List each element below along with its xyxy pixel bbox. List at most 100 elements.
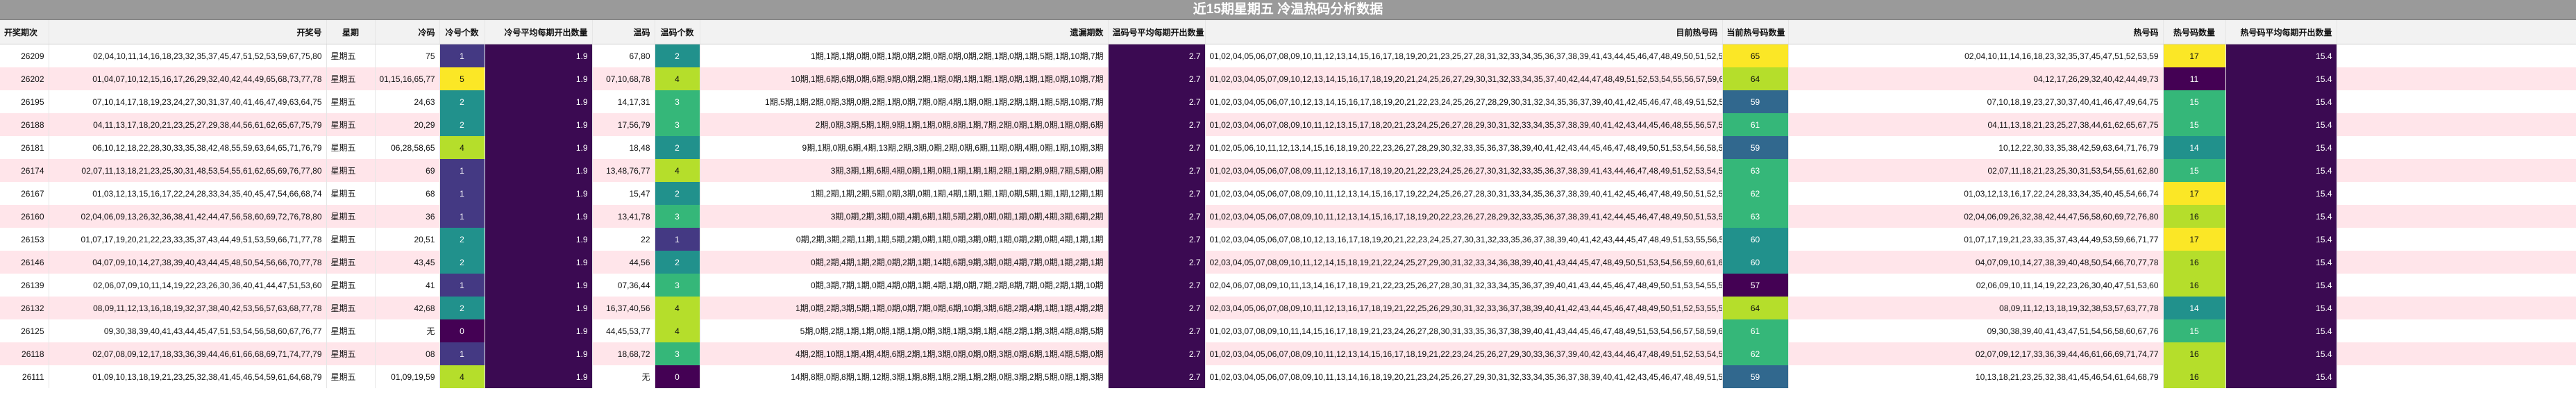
column-header[interactable]: 开奖号 (49, 20, 327, 44)
cell-hot-now-count: 60 (1722, 228, 1789, 251)
cell-miss: 0期,2期,3期,2期,11期,1期,5期,2期,0期,1期,0期,3期,0期,… (700, 228, 1109, 251)
cell-numbers: 04,11,13,17,18,20,21,23,25,27,29,38,44,5… (49, 113, 327, 136)
column-header[interactable]: 当前热号码数量 (1722, 20, 1789, 44)
cell-cold-count: 1 (439, 342, 485, 365)
cell-week: 星期五 (326, 342, 376, 365)
column-header[interactable]: 热号码数量 (2163, 20, 2226, 44)
cell-warm-count: 3 (655, 113, 700, 136)
cell-warm: 14,17,31 (592, 90, 655, 113)
cell-warm-avg: 2.7 (1108, 342, 1206, 365)
cell-cold: 41 (375, 274, 440, 297)
cell-week: 星期五 (326, 274, 376, 297)
cell-hot-now: 01,02,03,04,05,06,07,08,09,10,11,12,13,1… (1205, 205, 1723, 228)
cell-warm-count: 4 (655, 319, 700, 342)
cell-cold-avg: 1.9 (485, 365, 593, 388)
cell-cold-avg: 1.9 (485, 251, 593, 274)
cell-issue: 26174 (0, 159, 49, 182)
column-header[interactable]: 温码个数 (655, 20, 700, 44)
column-header[interactable]: 冷号个数 (439, 20, 485, 44)
cell-cold-count: 2 (439, 113, 485, 136)
cell-issue: 26125 (0, 319, 49, 342)
cell-miss: 5期,0期,2期,1期,1期,0期,1期,1期,0期,3期,1期,3期,1期,4… (700, 319, 1109, 342)
cell-hot-avg: 15.4 (2225, 342, 2337, 365)
cell-hot-now-count: 60 (1722, 251, 1789, 274)
column-header[interactable]: 热号码平均每期开出数量 (2225, 20, 2337, 44)
table-row: 26139 02,06,07,09,10,11,14,19,22,23,26,30… (0, 274, 2576, 297)
row-filler (2337, 297, 2576, 319)
cell-hot-avg: 15.4 (2225, 113, 2337, 136)
cell-cold-count: 1 (439, 274, 485, 297)
cell-cold-avg: 1.9 (485, 136, 593, 159)
cell-week: 星期五 (326, 67, 376, 90)
cell-miss: 1期,5期,1期,2期,0期,3期,0期,2期,1期,0期,7期,0期,4期,1… (700, 90, 1109, 113)
column-header[interactable]: 冷号平均每期开出数量 (485, 20, 593, 44)
cell-warm-avg: 2.7 (1108, 44, 1206, 67)
cell-hot-count: 15 (2163, 90, 2226, 113)
column-header[interactable]: 开奖期次 (0, 20, 49, 44)
cell-cold-avg: 1.9 (485, 113, 593, 136)
cell-cold-count: 5 (439, 67, 485, 90)
table-row: 26195 07,10,14,17,18,19,23,24,27,30,31,37… (0, 90, 2576, 113)
cell-cold-count: 4 (439, 136, 485, 159)
cell-cold-count: 2 (439, 297, 485, 319)
column-header[interactable]: 遗漏期数 (700, 20, 1109, 44)
cell-hot-now: 01,02,03,04,05,07,09,10,12,13,14,15,16,1… (1205, 67, 1723, 90)
table-row: 26188 04,11,13,17,18,20,21,23,25,27,29,38… (0, 113, 2576, 136)
cell-week: 星期五 (326, 251, 376, 274)
cell-hot-avg: 15.4 (2225, 319, 2337, 342)
cell-hot-now-count: 59 (1722, 365, 1789, 388)
analysis-table: 开奖期次 开奖号 星期 冷码 冷号个数 冷号平均每期开出数量 温码 温码个数 遗漏期数 温码号平均… (0, 20, 2576, 388)
column-header[interactable]: 温码 (592, 20, 655, 44)
cell-warm-avg: 2.7 (1108, 205, 1206, 228)
cell-warm-avg: 2.7 (1108, 67, 1206, 90)
column-header[interactable]: 温码号平均每期开出数量 (1108, 20, 1206, 44)
cell-cold-count: 0 (439, 319, 485, 342)
cell-cold: 24,63 (375, 90, 440, 113)
cell-hot-now: 01,02,03,04,05,06,07,08,09,11,12,13,16,1… (1205, 159, 1723, 182)
cell-hot-now-count: 59 (1722, 90, 1789, 113)
cell-hot: 02,07,11,18,21,23,25,30,31,53,54,55,61,6… (1788, 159, 2164, 182)
cell-numbers: 08,09,11,12,13,16,18,19,32,37,38,40,42,5… (49, 297, 327, 319)
cell-cold: 69 (375, 159, 440, 182)
cell-cold-avg: 1.9 (485, 182, 593, 205)
cell-numbers: 06,10,12,18,22,28,30,33,35,38,42,48,55,5… (49, 136, 327, 159)
cell-week: 星期五 (326, 113, 376, 136)
column-header[interactable]: 热号码 (1788, 20, 2164, 44)
page-title: 近15期星期五 冷温热码分析数据 (0, 0, 2576, 20)
column-header[interactable]: 冷码 (375, 20, 440, 44)
cell-hot-now: 01,02,03,04,05,06,07,08,09,10,11,13,14,1… (1205, 365, 1723, 388)
cell-numbers: 02,04,10,11,14,16,18,23,32,35,37,45,47,5… (49, 44, 327, 67)
cell-numbers: 02,04,06,09,13,26,32,36,38,41,42,44,47,5… (49, 205, 327, 228)
cell-warm-avg: 2.7 (1108, 228, 1206, 251)
column-header[interactable]: 目前热号码 (1205, 20, 1723, 44)
cell-issue: 26181 (0, 136, 49, 159)
cell-hot-avg: 15.4 (2225, 44, 2337, 67)
cell-warm-avg: 2.7 (1108, 365, 1206, 388)
cell-issue: 26167 (0, 182, 49, 205)
row-filler (2337, 342, 2576, 365)
row-filler (2337, 365, 2576, 388)
cell-week: 星期五 (326, 228, 376, 251)
cell-warm-count: 2 (655, 182, 700, 205)
table-row: 26118 02,07,08,09,12,17,18,33,36,39,44,46… (0, 342, 2576, 365)
cell-cold-avg: 1.9 (485, 67, 593, 90)
cell-miss: 10期,1期,6期,6期,0期,6期,9期,0期,2期,1期,0期,1期,1期,… (700, 67, 1109, 90)
cell-hot-now-count: 62 (1722, 342, 1789, 365)
cell-cold-count: 2 (439, 90, 485, 113)
column-header[interactable]: 星期 (326, 20, 376, 44)
table-row: 26202 01,04,07,10,12,15,16,17,26,29,32,40… (0, 67, 2576, 90)
cell-week: 星期五 (326, 136, 376, 159)
cell-miss: 0期,2期,4期,1期,2期,0期,2期,1期,14期,6期,9期,3期,0期,… (700, 251, 1109, 274)
cell-cold: 43,45 (375, 251, 440, 274)
cell-hot-now: 02,04,06,07,08,09,10,11,13,14,16,17,18,1… (1205, 274, 1723, 297)
table-row: 26132 08,09,11,12,13,16,18,19,32,37,38,40… (0, 297, 2576, 319)
cell-cold: 08 (375, 342, 440, 365)
cell-hot-count: 14 (2163, 136, 2226, 159)
cell-hot-now: 01,02,05,06,10,11,12,13,14,15,16,18,19,2… (1205, 136, 1723, 159)
row-filler (2337, 182, 2576, 205)
cell-hot-now-count: 61 (1722, 113, 1789, 136)
cell-hot-now-count: 65 (1722, 44, 1789, 67)
cell-cold: 75 (375, 44, 440, 67)
cell-warm-count: 1 (655, 228, 700, 251)
table-body: 26209 02,04,10,11,14,16,18,23,32,35,37,45… (0, 44, 2576, 388)
